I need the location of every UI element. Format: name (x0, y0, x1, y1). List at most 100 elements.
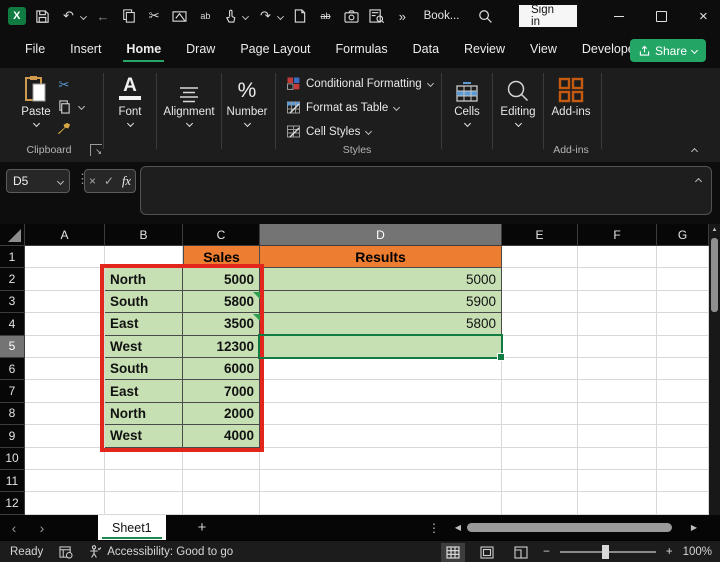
cell-G10[interactable] (657, 448, 709, 470)
zoom-slider-thumb[interactable] (602, 545, 609, 559)
cell-F11[interactable] (578, 470, 657, 492)
cell-E3[interactable] (502, 291, 578, 313)
cell-C5[interactable]: 12300 (183, 336, 260, 358)
fill-handle[interactable] (497, 353, 505, 361)
row-header-11[interactable]: 11 (0, 470, 25, 492)
cell-A4[interactable] (25, 313, 105, 335)
name-box[interactable]: D5 (6, 169, 70, 193)
strikethrough-button[interactable]: ab (317, 8, 334, 25)
cell-G7[interactable] (657, 380, 709, 402)
cell-C9[interactable]: 4000 (183, 425, 260, 447)
insert-function-button[interactable]: fx (122, 174, 131, 189)
cell-G3[interactable] (657, 291, 709, 313)
undo-button[interactable]: ↶ (60, 8, 77, 25)
cell-F4[interactable] (578, 313, 657, 335)
enter-button[interactable]: ✓ (104, 174, 114, 188)
row-header-6[interactable]: 6 (0, 358, 25, 380)
cell-G4[interactable] (657, 313, 709, 335)
column-header-E[interactable]: E (502, 224, 578, 246)
cell-D9[interactable] (260, 425, 502, 447)
cell-styles-button[interactable]: Cell Styles (287, 125, 371, 138)
row-header-7[interactable]: 7 (0, 380, 25, 402)
cell-B8[interactable]: North (105, 403, 183, 425)
cell-E7[interactable] (502, 380, 578, 402)
cell-B2[interactable]: North (105, 268, 183, 290)
camera-button[interactable] (343, 8, 360, 25)
cell-F6[interactable] (578, 358, 657, 380)
add-sheet-button[interactable]: + (198, 519, 207, 536)
number-group-button[interactable]: % Number (224, 73, 270, 126)
row-header-10[interactable]: 10 (0, 448, 25, 470)
cell-C10[interactable] (183, 448, 260, 470)
cell-B7[interactable]: East (105, 380, 183, 402)
cell-G11[interactable] (657, 470, 709, 492)
cell-E4[interactable] (502, 313, 578, 335)
page-break-view-button[interactable] (509, 543, 533, 562)
conditional-formatting-button[interactable]: Conditional Formatting (287, 77, 433, 90)
cell-F10[interactable] (578, 448, 657, 470)
cell-D1[interactable]: Results (260, 246, 502, 268)
cell-B11[interactable] (105, 470, 183, 492)
undo-dropdown-icon[interactable] (80, 12, 87, 19)
select-all-button[interactable] (0, 224, 25, 246)
cell-A7[interactable] (25, 380, 105, 402)
column-header-B[interactable]: B (105, 224, 183, 246)
cell-C1[interactable]: Sales (183, 246, 260, 268)
zoom-level[interactable]: 100% (683, 546, 712, 558)
column-header-D[interactable]: D (260, 224, 502, 246)
next-sheet-button[interactable]: › (28, 520, 56, 536)
new-file-button[interactable] (292, 8, 309, 25)
addins-button[interactable]: Add-ins (546, 73, 596, 118)
horizontal-scrollbar[interactable]: ◀ ▶ (452, 520, 700, 535)
paste-options-dropdown-icon[interactable] (78, 103, 85, 110)
cell-C6[interactable]: 6000 (183, 358, 260, 380)
tab-data[interactable]: Data (412, 38, 440, 62)
row-header-5[interactable]: 5 (0, 336, 25, 358)
minimize-button[interactable] (602, 1, 635, 31)
editing-button[interactable]: Editing (494, 73, 542, 126)
row-header-1[interactable]: 1 (0, 246, 25, 268)
cell-G5[interactable] (657, 336, 709, 358)
cell-C11[interactable] (183, 470, 260, 492)
cell-E10[interactable] (502, 448, 578, 470)
cell-F9[interactable] (578, 425, 657, 447)
cut-button[interactable]: ✂ (146, 8, 163, 25)
cell-E2[interactable] (502, 268, 578, 290)
cell-E1[interactable] (502, 246, 578, 268)
column-header-C[interactable]: C (183, 224, 260, 246)
tab-page-layout[interactable]: Page Layout (239, 38, 311, 62)
vertical-scroll-thumb[interactable] (711, 238, 718, 312)
cell-D2[interactable]: 5000 (260, 268, 502, 290)
copy-button[interactable] (120, 8, 137, 25)
cell-B10[interactable] (105, 448, 183, 470)
cell-C3[interactable]: 5800 (183, 291, 260, 313)
tab-file[interactable]: File (24, 38, 46, 62)
macro-record-button[interactable] (59, 546, 73, 559)
cell-B12[interactable] (105, 492, 183, 514)
zoom-in-button[interactable]: + (666, 546, 673, 558)
cells-button[interactable]: Cells (444, 73, 490, 126)
tab-view[interactable]: View (529, 38, 558, 62)
vertical-scrollbar[interactable]: ▲ (709, 224, 720, 515)
redo-dropdown-icon[interactable] (277, 12, 284, 19)
row-header-4[interactable]: 4 (0, 313, 25, 335)
cell-C12[interactable] (183, 492, 260, 514)
cell-F8[interactable] (578, 403, 657, 425)
find-replace-button[interactable]: ab (197, 8, 214, 25)
tab-review[interactable]: Review (463, 38, 506, 62)
cell-E12[interactable] (502, 492, 578, 514)
formula-input[interactable] (140, 166, 712, 215)
cell-G12[interactable] (657, 492, 709, 514)
cell-G8[interactable] (657, 403, 709, 425)
cell-A1[interactable] (25, 246, 105, 268)
row-header-9[interactable]: 9 (0, 425, 25, 447)
cell-G6[interactable] (657, 358, 709, 380)
cell-C4[interactable]: 3500 (183, 313, 260, 335)
scroll-right-icon[interactable]: ▶ (688, 523, 700, 532)
cell-E11[interactable] (502, 470, 578, 492)
cut-button-ribbon[interactable]: ✂ (55, 76, 73, 94)
horizontal-scroll-thumb[interactable] (467, 523, 672, 532)
cell-C2[interactable]: 5000 (183, 268, 260, 290)
cell-A11[interactable] (25, 470, 105, 492)
format-as-table-button[interactable]: Format as Table (287, 101, 399, 114)
